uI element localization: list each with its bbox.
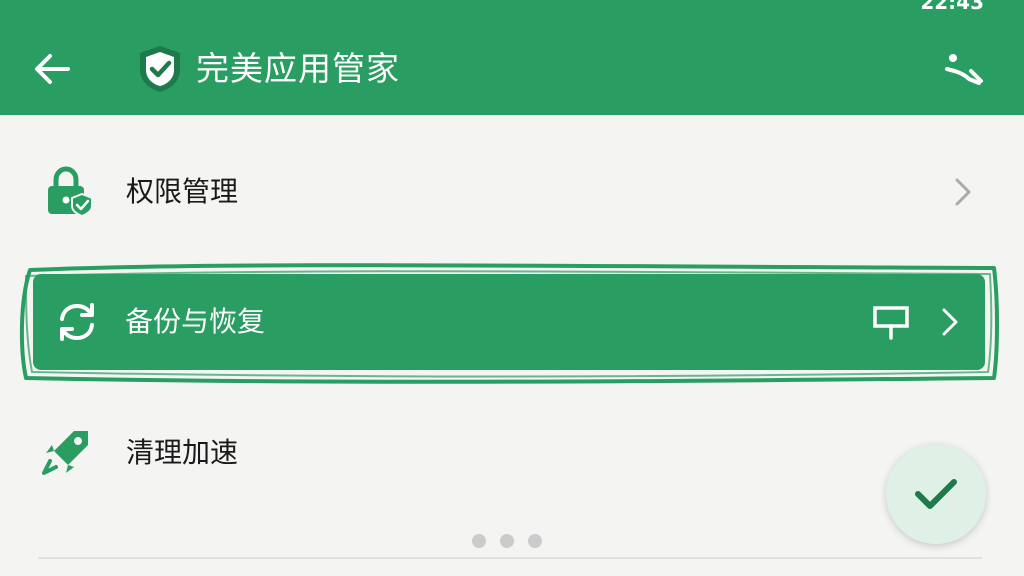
divider: [38, 557, 982, 559]
page-dot: [500, 534, 514, 548]
chevron-right-icon: [950, 175, 976, 209]
list-item-cleanup[interactable]: 清理加速: [0, 403, 1024, 503]
list-item-label: 权限管理: [126, 175, 239, 208]
shield-check-icon: [136, 44, 184, 94]
content-area: 权限管理 备份与恢复 清理加速: [0, 115, 1024, 576]
app-bar: 完美应用管家: [0, 14, 1024, 115]
page-dot: [528, 534, 542, 548]
list-item-backup-restore[interactable]: 备份与恢复: [33, 274, 985, 370]
page-indicator: [472, 533, 552, 549]
list-item-label: 备份与恢复: [125, 305, 266, 338]
app-title: 完美应用管家: [196, 49, 400, 88]
pin-icon[interactable]: [871, 304, 911, 340]
confirm-fab-button[interactable]: [886, 444, 986, 544]
broom-icon: [945, 54, 983, 85]
clean-action-button[interactable]: [936, 46, 990, 92]
sync-icon: [49, 294, 105, 350]
lock-shield-icon: [40, 164, 96, 220]
chevron-right-icon: [937, 305, 963, 339]
check-icon: [915, 479, 957, 509]
rocket-icon: [40, 423, 96, 479]
list-item-permissions[interactable]: 权限管理: [0, 142, 1024, 242]
arrow-left-icon: [35, 54, 70, 84]
status-time: 22:43: [920, 0, 984, 14]
page-dot: [472, 534, 486, 548]
status-bar: 22:43: [0, 0, 1024, 14]
list-item-label: 清理加速: [126, 436, 239, 469]
back-button[interactable]: [28, 48, 76, 90]
